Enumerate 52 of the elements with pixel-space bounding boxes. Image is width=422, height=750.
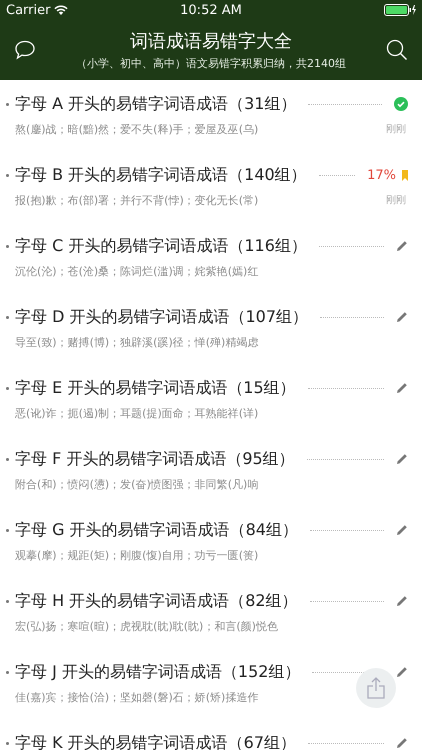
- bullet-dot: [6, 458, 9, 460]
- category-title[interactable]: 字母 H 开头的易错字词语成语（82组）: [15, 590, 298, 612]
- pencil-icon[interactable]: [396, 737, 408, 749]
- chat-icon[interactable]: [14, 40, 36, 60]
- bullet-dot: [6, 174, 9, 176]
- search-icon[interactable]: [386, 39, 408, 61]
- bullet-dot: [6, 742, 9, 744]
- bullet-dot: [6, 600, 9, 602]
- category-title[interactable]: 字母 F 开头的易错字词语成语（95组）: [15, 448, 295, 470]
- carrier-label: Carrier: [6, 2, 50, 18]
- bullet-dot: [6, 244, 9, 248]
- bullet-dot: [6, 528, 9, 532]
- category-title[interactable]: 字母 C 开头的易错字词语成语（116组）: [15, 236, 307, 256]
- bookmark-icon: [402, 170, 408, 180]
- category-title[interactable]: 字母 B 开头的易错字词语成语（140组）: [15, 164, 307, 186]
- example-words: 沉伦(沦)；苍(沧)桑；陈词烂(滥)调；姹紫艳(嫣)红: [15, 264, 260, 278]
- example-words: 附合(和)；愤闷(懑)；发(奋)愤图强；非同繁(凡)响: [15, 476, 260, 492]
- category-title[interactable]: 字母 D 开头的易错字词语成语（107组）: [15, 306, 308, 328]
- pencil-icon[interactable]: [396, 382, 408, 394]
- progress-percent: 17%: [367, 168, 396, 182]
- check-icon: [394, 97, 408, 111]
- example-words: 佳(嘉)宾；接恰(洽)；坚如磬(磐)石；娇(矫)揉造作: [15, 690, 260, 704]
- category-title[interactable]: 字母 K 开头的易错字词语成语（67组）: [15, 732, 296, 750]
- example-words: 导至(致)；赌搏(博)；独辟溪(蹊)径；惮(殚)精竭虑: [15, 334, 260, 350]
- category-title[interactable]: 字母 A 开头的易错字词语成语（31组）: [15, 94, 296, 114]
- pencil-icon[interactable]: [396, 666, 408, 678]
- pencil-icon[interactable]: [396, 453, 408, 465]
- time-label: 刚刚: [386, 194, 406, 207]
- bullet-dot: [6, 670, 9, 674]
- category-title[interactable]: 字母 J 开头的易错字词语成语（152组）: [15, 662, 300, 682]
- share-button[interactable]: [356, 668, 396, 708]
- example-words: 报(抱)歉；布(部)署；并行不背(悖)；变化无长(常): [15, 192, 260, 208]
- example-words: 宏(弘)扬；寒喧(暄)；虎视耽(眈)耽(眈)；和言(颜)悦色: [15, 618, 279, 634]
- category-title[interactable]: 字母 G 开头的易错字词语成语（84组）: [15, 520, 298, 540]
- share-icon: [367, 677, 385, 699]
- app-subtitle: （小学、初中、高中）语文易错字积累归纳，共2140组: [76, 56, 346, 71]
- clock-time: 10:52 AM: [180, 2, 242, 18]
- time-label: 刚刚: [386, 123, 406, 136]
- pencil-icon[interactable]: [396, 311, 408, 323]
- app-title: 词语成语易错字大全: [130, 30, 292, 53]
- example-words: 观摹(摩)；规距(矩)；刚腹(愎)自用；功亏一匮(篑): [15, 548, 260, 562]
- wifi-icon: [54, 5, 68, 15]
- bullet-dot: [6, 316, 9, 318]
- bullet-dot: [6, 102, 9, 106]
- example-words: 熬(鏖)战；暗(黯)然；爱不失(释)手；爱屋及巫(乌): [15, 122, 260, 136]
- battery-icon: [384, 4, 416, 16]
- pencil-icon[interactable]: [396, 524, 408, 536]
- category-title[interactable]: 字母 E 开头的易错字词语成语（15组）: [15, 378, 296, 398]
- pencil-icon[interactable]: [396, 595, 408, 607]
- example-words: 恶(讹)诈；扼(遏)制；耳题(提)面命；耳熟能祥(详): [15, 406, 260, 420]
- bullet-dot: [6, 386, 9, 390]
- pencil-icon[interactable]: [396, 240, 408, 252]
